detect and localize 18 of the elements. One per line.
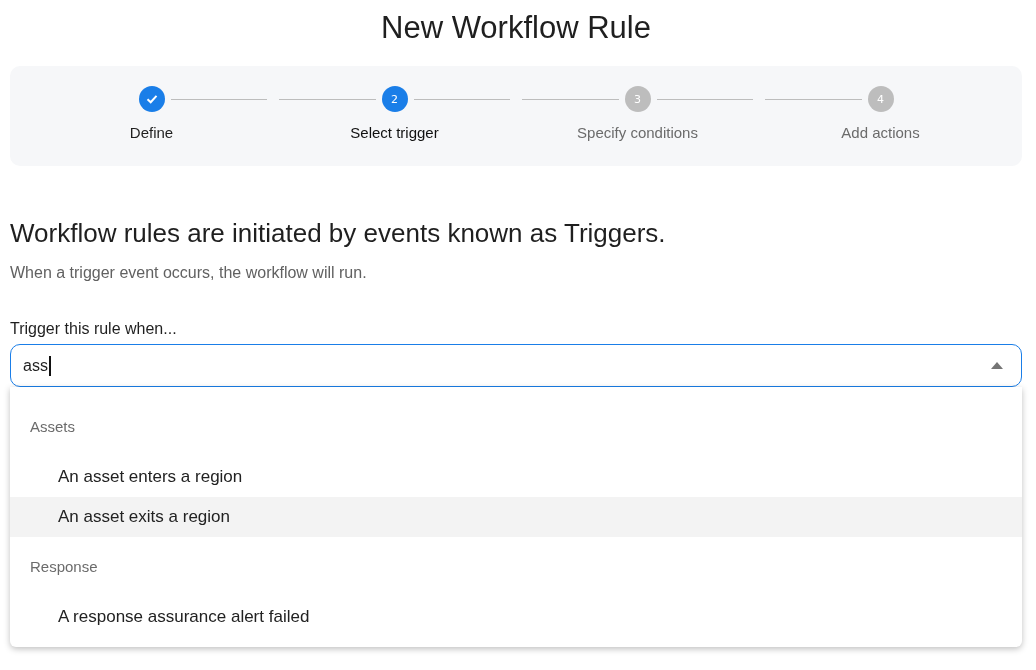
page-title: New Workflow Rule bbox=[380, 9, 652, 47]
step-label: Add actions bbox=[841, 124, 920, 141]
menu-option[interactable]: An asset exits a region bbox=[10, 497, 1022, 537]
step-number: 2 bbox=[381, 86, 408, 112]
step-label: Define bbox=[129, 124, 174, 141]
menu-option[interactable]: A response assurance alert failed bbox=[10, 597, 1022, 637]
step-number: 3 bbox=[624, 86, 651, 112]
menu-option[interactable]: An asset enters a region bbox=[10, 457, 1022, 497]
field-label: Trigger this rule when... bbox=[10, 320, 178, 338]
step-number: 4 bbox=[867, 86, 894, 112]
caret-icon bbox=[991, 362, 1003, 369]
section-description: When a trigger event occurs, the workflow will run. bbox=[10, 264, 368, 282]
group-header: Assets bbox=[29, 417, 76, 437]
step-label: Specify conditions bbox=[577, 124, 698, 141]
step-label: Select trigger bbox=[350, 124, 439, 141]
section-heading: Workflow rules are initiated by events known as Triggers. bbox=[10, 218, 667, 249]
group-header: Response bbox=[29, 557, 99, 577]
trigger-combobox[interactable]: ass bbox=[10, 344, 1022, 387]
